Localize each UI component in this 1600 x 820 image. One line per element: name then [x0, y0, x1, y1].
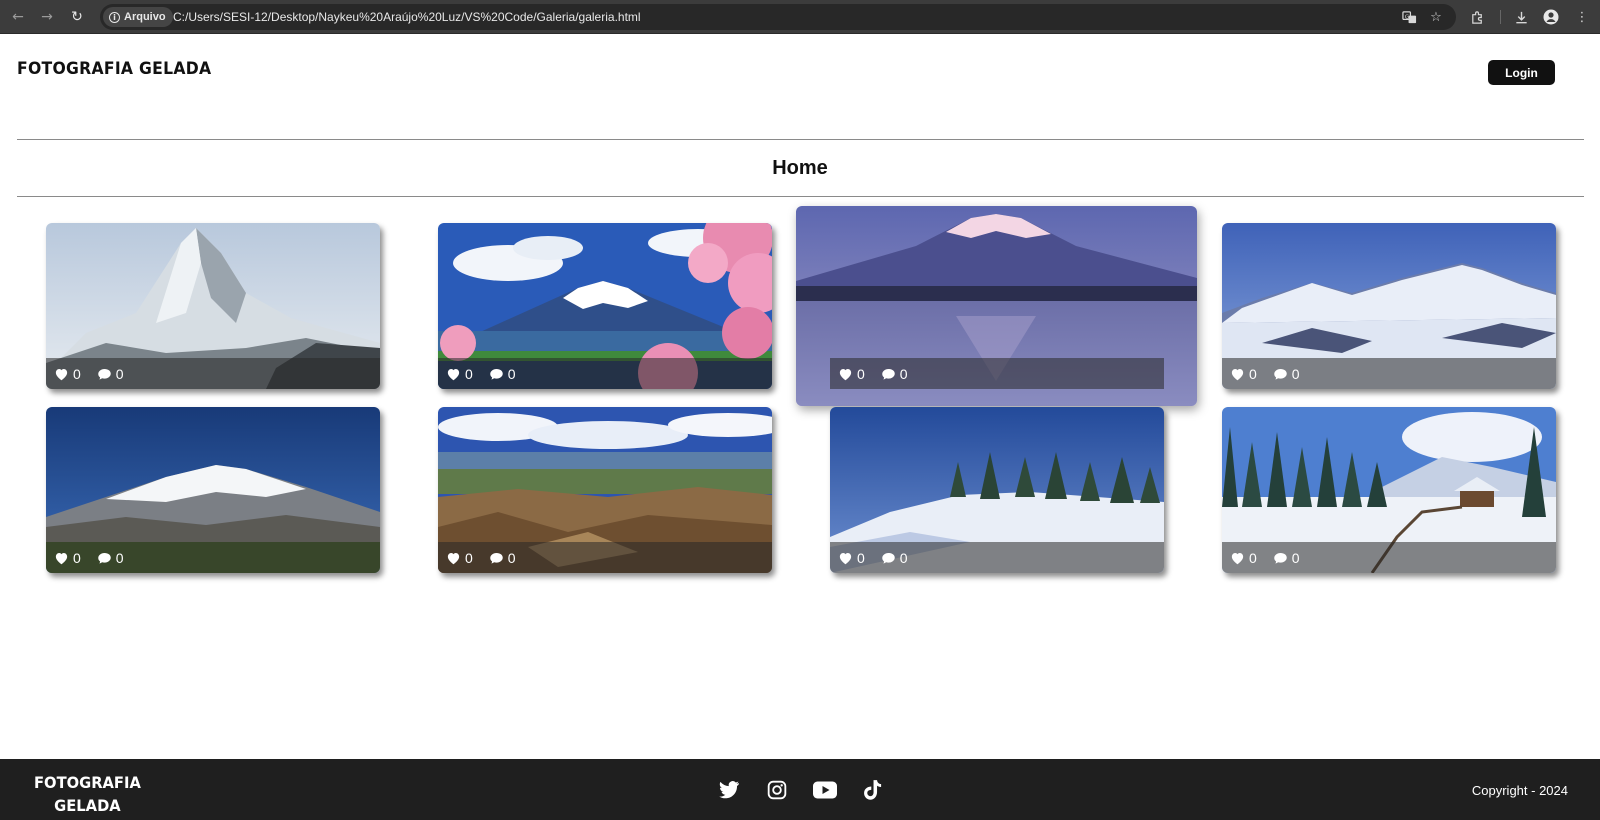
forward-icon[interactable]: → — [37, 7, 57, 27]
like-button[interactable]: 0 — [838, 366, 865, 382]
url-text[interactable]: C:/Users/SESI-12/Desktop/Naykeu%20Araújo… — [173, 10, 641, 24]
like-count: 0 — [857, 549, 865, 566]
card-stats: 0 0 — [1222, 542, 1556, 573]
heart-icon — [447, 368, 460, 380]
heart-icon — [55, 552, 68, 564]
footer-logo[interactable]: FOTOGRAFIA GELADA — [34, 771, 141, 817]
divider-bottom — [17, 196, 1584, 197]
comment-icon — [1274, 552, 1287, 564]
heart-icon — [1231, 552, 1244, 564]
gallery-card[interactable]: 0 0 — [46, 407, 380, 573]
comment-icon — [490, 368, 503, 380]
comment-count: 0 — [507, 549, 516, 566]
comment-count: 0 — [115, 365, 124, 382]
instagram-icon[interactable] — [765, 779, 789, 801]
heart-icon — [839, 552, 852, 564]
menu-icon[interactable]: ⋮ — [1572, 7, 1592, 27]
back-icon[interactable]: ← — [8, 7, 28, 27]
profile-icon[interactable] — [1541, 7, 1561, 27]
comment-count: 0 — [115, 549, 124, 566]
comment-button[interactable]: 0 — [489, 366, 516, 382]
comment-button[interactable]: 0 — [881, 550, 908, 566]
like-count: 0 — [1249, 549, 1257, 566]
comment-count: 0 — [1291, 365, 1300, 382]
footer-logo-line1: FOTOGRAFIA — [34, 773, 141, 792]
like-count: 0 — [73, 549, 81, 566]
tiktok-icon[interactable] — [861, 779, 885, 801]
download-icon[interactable] — [1511, 7, 1531, 27]
like-button[interactable]: 0 — [1230, 366, 1257, 382]
gallery-card[interactable]: 0 0 — [438, 223, 772, 389]
comment-icon — [98, 368, 111, 380]
browser-toolbar: ← → ↻ i Arquivo C:/Users/SESI-12/Desktop… — [0, 0, 1600, 34]
comment-count: 0 — [1291, 549, 1300, 566]
toolbar-divider — [1500, 10, 1501, 24]
card-stats: 0 0 — [438, 542, 772, 573]
like-button[interactable]: 0 — [446, 550, 473, 566]
youtube-icon[interactable] — [813, 779, 837, 801]
comment-button[interactable]: 0 — [97, 550, 124, 566]
card-stats: 0 0 — [46, 542, 380, 573]
like-button[interactable]: 0 — [446, 366, 473, 382]
heart-icon — [447, 552, 460, 564]
gallery-card[interactable]: 0 0 — [1222, 223, 1556, 389]
comment-icon — [490, 552, 503, 564]
like-count: 0 — [857, 365, 865, 382]
comment-button[interactable]: 0 — [97, 366, 124, 382]
twitter-icon[interactable] — [717, 779, 741, 801]
heart-icon — [839, 368, 852, 380]
card-stats: 0 0 — [46, 358, 380, 389]
comment-button[interactable]: 0 — [881, 366, 908, 382]
gallery-card[interactable]: 0 0 — [1222, 407, 1556, 573]
card-stats: 0 0 — [1222, 358, 1556, 389]
address-bar[interactable]: i Arquivo C:/Users/SESI-12/Desktop/Nayke… — [100, 4, 1456, 30]
like-button[interactable]: 0 — [1230, 550, 1257, 566]
card-stats: 0 0 — [830, 542, 1164, 573]
info-icon: i — [109, 11, 120, 23]
site-logo[interactable]: FOTOGRAFIA GELADA — [17, 59, 211, 79]
like-count: 0 — [1249, 365, 1257, 382]
comment-button[interactable]: 0 — [489, 550, 516, 566]
comment-button[interactable]: 0 — [1273, 550, 1300, 566]
heart-icon — [55, 368, 68, 380]
card-stats: 0 0 — [830, 358, 1164, 389]
login-button[interactable]: Login — [1488, 60, 1555, 85]
site-info-chip[interactable]: i Arquivo — [103, 7, 173, 27]
comment-icon — [1274, 368, 1287, 380]
like-count: 0 — [465, 549, 473, 566]
comment-count: 0 — [899, 549, 908, 566]
gallery-card[interactable]: 0 0 — [830, 407, 1164, 573]
like-button[interactable]: 0 — [838, 550, 865, 566]
site-footer: FOTOGRAFIA GELADA Copyright - 2024 — [0, 759, 1600, 820]
svg-text:G: G — [1404, 14, 1408, 20]
like-button[interactable]: 0 — [54, 366, 81, 382]
gallery-card[interactable]: 0 0 — [796, 206, 1197, 406]
extensions-icon[interactable] — [1467, 7, 1487, 27]
card-stats: 0 0 — [438, 358, 772, 389]
site-info-label: Arquivo — [124, 11, 166, 23]
like-button[interactable]: 0 — [54, 550, 81, 566]
page-title: Home — [772, 157, 828, 179]
comment-icon — [98, 552, 111, 564]
gallery-card[interactable]: 0 0 — [46, 223, 380, 389]
heart-icon — [1231, 368, 1244, 380]
comment-count: 0 — [899, 365, 908, 382]
footer-logo-line2: GELADA — [54, 796, 121, 815]
like-count: 0 — [465, 365, 473, 382]
gallery-card[interactable]: 0 0 — [438, 407, 772, 573]
reload-icon[interactable]: ↻ — [67, 7, 87, 27]
like-count: 0 — [73, 365, 81, 382]
star-icon[interactable]: ☆ — [1427, 8, 1445, 26]
comment-icon — [882, 368, 895, 380]
comment-button[interactable]: 0 — [1273, 366, 1300, 382]
copyright-text: Copyright - 2024 — [1471, 783, 1568, 798]
comment-icon — [882, 552, 895, 564]
divider-top — [17, 139, 1584, 140]
comment-count: 0 — [507, 365, 516, 382]
translate-icon[interactable]: G — [1400, 8, 1418, 26]
